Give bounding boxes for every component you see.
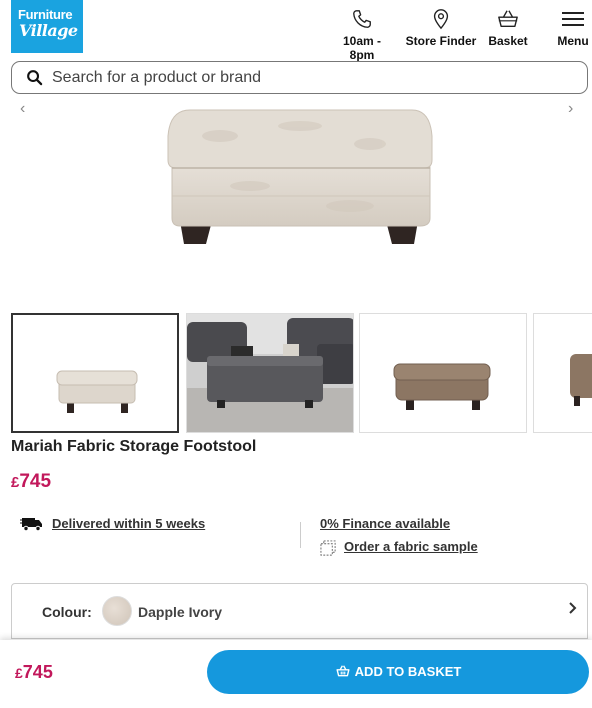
- search-icon: [27, 70, 43, 86]
- thumbnail-strip: [11, 313, 592, 433]
- product-main-image[interactable]: ‹ ›: [0, 96, 592, 306]
- price-value: 745: [19, 471, 52, 492]
- sticky-add-to-basket-bar: £745 ADD TO BASKET: [0, 640, 592, 708]
- product-price: £745: [11, 471, 51, 493]
- basket-icon: [336, 665, 350, 677]
- logo-text-line1: Furniture: [18, 7, 73, 22]
- hamburger-icon: [562, 12, 584, 26]
- nav-opening-hours[interactable]: 10am - 8pm: [330, 8, 394, 62]
- delivery-link[interactable]: Delivered within 5 weeks: [52, 516, 205, 531]
- thumbnail-3[interactable]: [359, 313, 527, 433]
- footstool-image: [167, 109, 433, 244]
- delivery-van-icon: [20, 518, 42, 532]
- finance-info: 0% Finance available: [320, 516, 450, 531]
- product-title: Mariah Fabric Storage Footstool: [11, 438, 257, 455]
- colour-swatch: [102, 596, 132, 626]
- fabric-sample-link[interactable]: Order a fabric sample: [344, 539, 478, 554]
- thumbnail-image-brown: [393, 363, 491, 410]
- thumbnail-4[interactable]: [533, 313, 592, 433]
- nav-basket[interactable]: Basket: [486, 8, 530, 48]
- thumbnail-2[interactable]: [186, 313, 354, 433]
- nav-store-finder[interactable]: Store Finder: [405, 8, 477, 48]
- thumbnail-image-ivory: [56, 370, 138, 413]
- thumbnail-image-partial: [570, 354, 592, 406]
- bottom-bar-price: £745: [15, 662, 53, 683]
- finance-link[interactable]: 0% Finance available: [320, 516, 450, 531]
- fabric-swatch-icon: [320, 540, 336, 556]
- chevron-right-icon: [569, 602, 577, 614]
- colour-selector[interactable]: Colour: Dapple Ivory: [11, 583, 588, 639]
- nav-basket-label: Basket: [488, 34, 528, 48]
- add-to-basket-button[interactable]: ADD TO BASKET: [207, 650, 589, 694]
- location-pin-icon: [433, 9, 449, 30]
- nav-store-finder-label: Store Finder: [405, 34, 477, 48]
- search-input[interactable]: [52, 66, 572, 90]
- logo-text-line2: Village: [19, 21, 78, 40]
- bottom-price-value: 745: [22, 662, 53, 682]
- thumbnail-image-room: [187, 314, 353, 432]
- phone-icon: [353, 10, 371, 28]
- nav-menu-label: Menu: [557, 34, 589, 48]
- furniture-village-logo[interactable]: Furniture Village: [11, 0, 83, 53]
- fabric-sample-info: Order a fabric sample: [320, 539, 478, 556]
- colour-label: Colour:: [42, 604, 92, 620]
- nav-menu[interactable]: Menu: [554, 8, 592, 48]
- add-to-basket-label: ADD TO BASKET: [354, 664, 462, 679]
- site-header: Furniture Village 10am - 8pm Store Finde…: [0, 0, 592, 62]
- search-bar[interactable]: [11, 61, 588, 94]
- bottom-price-currency: £: [15, 665, 23, 681]
- basket-icon: [498, 10, 518, 28]
- info-divider: [300, 522, 301, 548]
- colour-value: Dapple Ivory: [138, 604, 223, 620]
- thumbnail-1[interactable]: [11, 313, 179, 433]
- nav-opening-hours-label: 10am - 8pm: [342, 34, 382, 62]
